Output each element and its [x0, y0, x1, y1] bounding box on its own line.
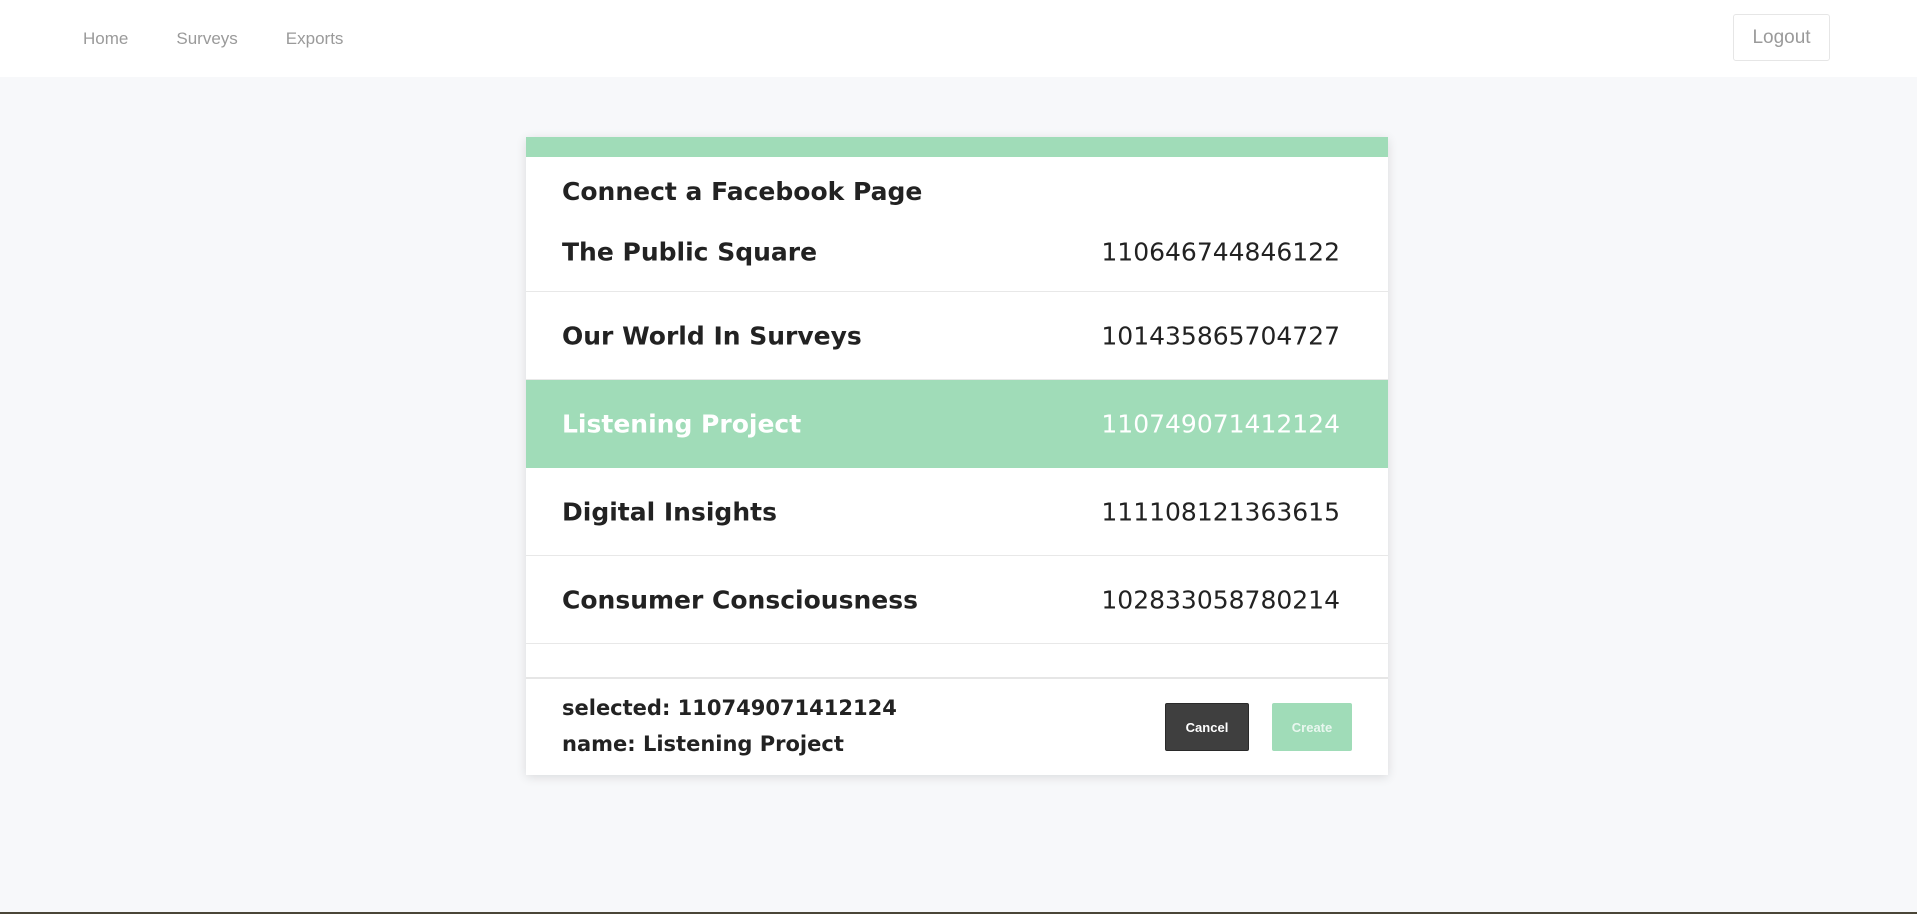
- nav-link-home[interactable]: Home: [59, 29, 152, 49]
- page-name: Our World In Surveys: [562, 321, 862, 350]
- selected-id-text: selected: 110749071412124: [562, 696, 897, 720]
- page-row[interactable]: The Public Square 110646744846122: [526, 212, 1388, 292]
- page-id: 102833058780214: [1101, 585, 1340, 614]
- page-name: Listening Project: [562, 409, 802, 438]
- page-id: 101435865704727: [1101, 321, 1340, 350]
- facebook-page-list: The Public Square 110646744846122 Our Wo…: [526, 212, 1388, 677]
- connect-page-modal: Connect a Facebook Page The Public Squar…: [526, 137, 1388, 775]
- page-name: Consumer Consciousness: [562, 585, 918, 614]
- page-id: 110749071412124: [1101, 409, 1340, 438]
- cancel-button[interactable]: Cancel: [1165, 703, 1249, 751]
- logout-button[interactable]: Logout: [1733, 14, 1830, 61]
- modal-accent-bar: [526, 137, 1388, 157]
- selected-name-text: name: Listening Project: [562, 732, 844, 756]
- modal-title: Connect a Facebook Page: [562, 177, 923, 206]
- page-row[interactable]: Our World In Surveys 101435865704727: [526, 292, 1388, 380]
- main-nav: Home Surveys Exports: [59, 0, 367, 77]
- page-row[interactable]: Digital Insights 111108121363615: [526, 468, 1388, 556]
- page-row[interactable]: Consumer Consciousness 102833058780214: [526, 556, 1388, 644]
- page-id: 111108121363615: [1101, 497, 1340, 526]
- nav-link-surveys[interactable]: Surveys: [152, 29, 261, 49]
- page-id: 110646744846122: [1101, 237, 1340, 266]
- page-name: The Public Square: [562, 237, 818, 266]
- top-navbar: Home Surveys Exports Logout: [0, 0, 1917, 77]
- nav-link-exports[interactable]: Exports: [262, 29, 368, 49]
- page-row-selected[interactable]: Listening Project 110749071412124: [526, 380, 1388, 468]
- modal-footer: selected: 110749071412124 name: Listenin…: [526, 677, 1388, 775]
- page-name: Digital Insights: [562, 497, 777, 526]
- create-button[interactable]: Create: [1272, 703, 1352, 751]
